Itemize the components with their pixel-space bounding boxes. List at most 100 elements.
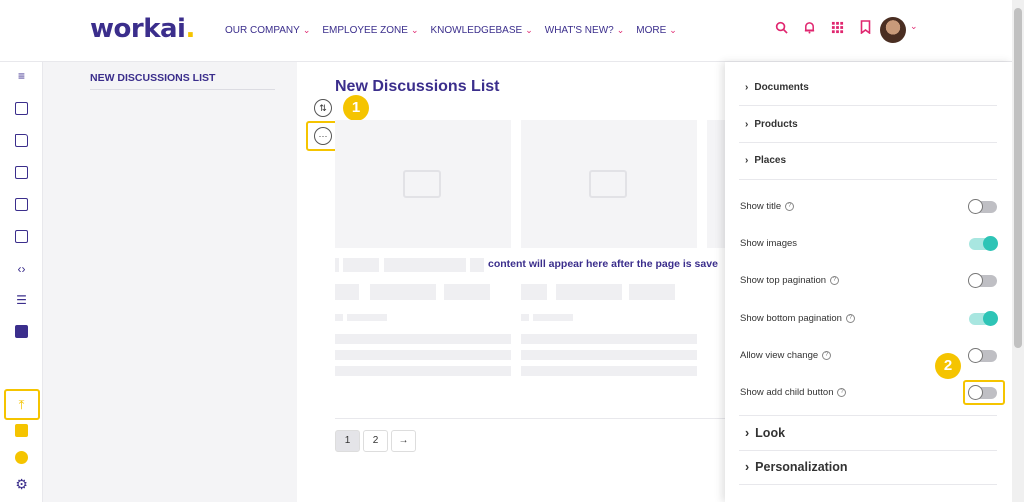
info-icon[interactable]: ?	[837, 388, 847, 397]
placeholder-bar	[444, 284, 490, 300]
chevron-right-icon: ›	[745, 82, 749, 93]
chevron-down-icon: ⌄	[410, 25, 419, 35]
toggle-show-bottom-pagination[interactable]	[969, 311, 998, 326]
toggle-label-show-add-child-button: Show add child button?	[740, 387, 847, 398]
placeholder-card	[335, 120, 511, 248]
code-icon[interactable]: ‹›	[13, 261, 30, 278]
nav-our-company[interactable]: OUR COMPANY ⌄	[225, 25, 310, 36]
divider	[739, 484, 997, 485]
external-link-icon[interactable]	[15, 166, 28, 179]
reorder-button[interactable]: ⇅	[314, 99, 332, 117]
divider	[739, 179, 997, 180]
section-places[interactable]: › Places	[745, 155, 786, 166]
apps-grid-icon[interactable]	[830, 20, 844, 34]
chevron-right-icon: ›	[745, 155, 749, 166]
placeholder-bar	[629, 284, 675, 300]
toggle-show-add-child-button[interactable]	[968, 385, 997, 400]
info-icon[interactable]: ?	[822, 351, 832, 360]
gear-icon[interactable]: ⚙	[13, 476, 30, 493]
toggle-show-title[interactable]	[968, 199, 997, 214]
toggle-label-show-images: Show images	[740, 238, 798, 249]
office-icon[interactable]	[15, 325, 28, 338]
placeholder-bar	[521, 284, 547, 300]
chevron-right-icon: ›	[745, 460, 750, 474]
placeholder-card	[707, 120, 725, 248]
panel-title: NEW DISCUSSIONS LIST	[90, 72, 216, 84]
placeholder-bar	[533, 314, 573, 321]
user-avatar[interactable]	[880, 17, 906, 43]
pagination-page-2[interactable]: 2	[363, 430, 388, 452]
placeholder-bar	[335, 366, 511, 376]
toggle-knob	[983, 236, 998, 251]
divider	[739, 105, 997, 106]
toggle-show-top-pagination[interactable]	[968, 273, 997, 288]
bell-icon[interactable]	[802, 20, 816, 34]
save-hint-message: content will appear here after the page …	[488, 258, 718, 270]
main-nav: OUR COMPANY ⌄ EMPLOYEE ZONE ⌄ KNOWLEDGEBAS…	[225, 25, 677, 36]
video-icon[interactable]	[15, 198, 28, 211]
placeholder-bar	[470, 258, 484, 272]
main-content: New Discussions List ⇅ 1 ··· content wil…	[297, 62, 725, 502]
image-icon[interactable]	[15, 102, 28, 115]
divider	[739, 415, 997, 416]
bookmark-icon[interactable]	[858, 20, 872, 34]
page-scrollbar[interactable]	[1012, 0, 1024, 502]
toggle-label-allow-view-change: Allow view change?	[740, 350, 832, 361]
page-title: New Discussions List	[335, 78, 500, 95]
pagination-page-1[interactable]: 1	[335, 430, 360, 452]
info-icon[interactable]: ?	[785, 202, 795, 211]
chevron-down-icon: ⌄	[525, 25, 533, 35]
table-icon[interactable]	[15, 230, 28, 243]
cancel-icon[interactable]	[15, 451, 28, 464]
toggle-label-show-title: Show title?	[740, 201, 795, 212]
widget-settings-panel: › Documents › Products › Places Show title?…	[725, 62, 1012, 502]
list-icon[interactable]: ☰	[13, 292, 30, 309]
step-badge-1: 1	[343, 95, 369, 121]
pagination-next-button[interactable]: →	[391, 430, 416, 452]
toggle-show-images[interactable]	[969, 236, 998, 251]
divider	[739, 450, 997, 451]
step-badge-2: 2	[935, 353, 961, 379]
search-icon[interactable]	[774, 20, 788, 34]
toggle-knob	[968, 348, 983, 363]
toggle-knob	[983, 311, 998, 326]
divider	[739, 142, 997, 143]
toggle-allow-view-change[interactable]	[968, 348, 997, 363]
page-structure-panel: NEW DISCUSSIONS LIST	[43, 62, 297, 502]
placeholder-bar	[521, 350, 697, 360]
placeholder-bar	[556, 284, 622, 300]
section-products[interactable]: › Products	[745, 119, 798, 130]
section-personalization[interactable]: › Personalization	[745, 460, 848, 474]
toggle-knob	[968, 385, 983, 400]
chevron-down-icon[interactable]: ⌄	[910, 21, 918, 32]
workai-logo[interactable]: workai.	[90, 14, 195, 44]
publish-icon[interactable]: ⤒	[13, 396, 30, 413]
header-actions	[774, 20, 872, 34]
placeholder-bar	[347, 314, 387, 321]
scrollbar-thumb[interactable]	[1014, 8, 1022, 348]
info-icon[interactable]: ?	[845, 314, 855, 323]
toggle-label-show-bottom-pagination: Show bottom pagination?	[740, 313, 855, 324]
chevron-right-icon: ›	[745, 426, 750, 440]
placeholder-bar	[521, 366, 697, 376]
chevron-down-icon: ⌄	[616, 25, 625, 35]
placeholder-bar	[335, 314, 343, 321]
section-documents[interactable]: › Documents	[745, 82, 809, 93]
text-align-icon[interactable]: ≡	[13, 68, 30, 85]
more-options-button[interactable]: ···	[314, 127, 332, 145]
nav-employee-zone[interactable]: EMPLOYEE ZONE ⌄	[322, 25, 418, 36]
nav-knowledgebase[interactable]: KNOWLEDGEBASE ⌄	[431, 25, 533, 36]
toggle-knob	[968, 273, 983, 288]
placeholder-bar	[384, 258, 466, 272]
image-placeholder-icon	[403, 170, 441, 198]
placeholder-bar	[343, 258, 379, 272]
nav-more[interactable]: MORE ⌄	[636, 25, 677, 36]
placeholder-bar	[521, 314, 529, 321]
placeholder-bar	[521, 334, 697, 344]
folder-icon[interactable]	[15, 134, 28, 147]
info-icon[interactable]: ?	[830, 276, 840, 285]
nav-whats-new[interactable]: WHAT'S NEW? ⌄	[545, 25, 625, 36]
divider	[335, 418, 725, 419]
section-look[interactable]: › Look	[745, 426, 785, 440]
save-icon[interactable]	[15, 424, 28, 437]
